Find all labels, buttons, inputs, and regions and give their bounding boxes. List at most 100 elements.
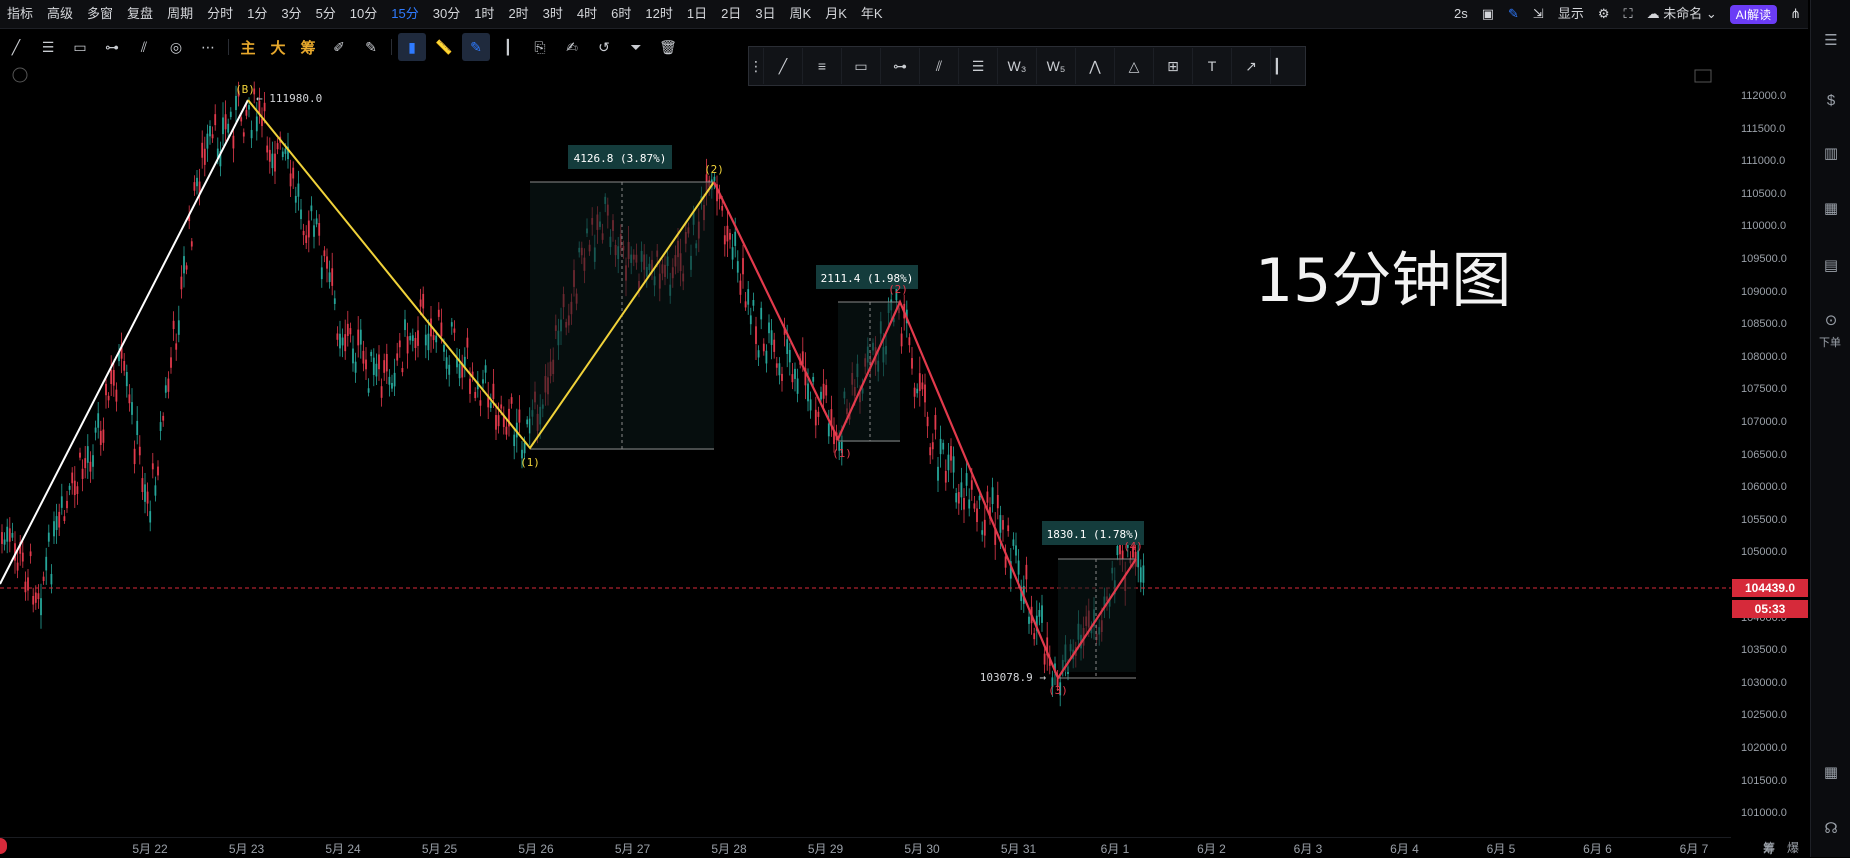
- candle-body: [297, 183, 300, 197]
- candle-body: [900, 333, 903, 347]
- trendline-icon[interactable]: ╱: [2, 33, 30, 61]
- candle-body: [765, 350, 768, 364]
- main-indicator-button[interactable]: 主: [235, 33, 261, 61]
- period-item[interactable]: 1分: [240, 0, 274, 28]
- candle-body: [913, 387, 916, 397]
- candle-body: [60, 496, 63, 508]
- rectangle-icon[interactable]: ▭: [66, 33, 94, 61]
- display-button[interactable]: 显示: [1551, 0, 1591, 28]
- dollar-icon[interactable]: $: [1821, 90, 1841, 110]
- chip-distribution-button[interactable]: 筹: [295, 33, 321, 61]
- candle-body: [713, 176, 716, 181]
- period-selector: 指标 高级 多窗 复盘 周期 分时 1分 3分 5分 10分 15分 30分 1时 2时 3时 4时 6时 12时…: [0, 0, 890, 28]
- period-item[interactable]: 多窗: [80, 0, 120, 28]
- export-icon[interactable]: ⇲: [1526, 0, 1551, 28]
- pitchfork-icon[interactable]: ⫽: [130, 33, 158, 61]
- share-icon[interactable]: ⋔: [1783, 0, 1808, 28]
- period-item[interactable]: 2日: [714, 0, 748, 28]
- period-item[interactable]: 年K: [854, 0, 890, 28]
- period-item[interactable]: 周期: [160, 0, 200, 28]
- period-item[interactable]: 6时: [604, 0, 638, 28]
- candles-icon[interactable]: ┃: [494, 33, 522, 61]
- date-tick: 5月 22: [132, 842, 168, 856]
- price-axis[interactable]: 112000.0 111500.0 111000.0 110500.0 110000.0…: [1731, 66, 1809, 836]
- period-item[interactable]: 3日: [748, 0, 782, 28]
- candle-body: [79, 452, 81, 458]
- date-tick: 6月 3: [1293, 842, 1323, 856]
- period-item[interactable]: 5分: [309, 0, 343, 28]
- period-item[interactable]: 分时: [200, 0, 240, 28]
- order-icon[interactable]: ⊙: [1821, 310, 1841, 330]
- horizontal-lines-icon[interactable]: ☰: [34, 33, 62, 61]
- footer-burst-glyph[interactable]: 爆: [1787, 839, 1799, 856]
- period-item[interactable]: 1日: [680, 0, 714, 28]
- edit-icon[interactable]: ✎: [1501, 0, 1526, 28]
- pen-icon[interactable]: ✎: [462, 33, 490, 61]
- period-item[interactable]: 3分: [274, 0, 308, 28]
- brush-icon[interactable]: ✎: [357, 33, 385, 61]
- card-icon[interactable]: ▤: [1821, 255, 1841, 275]
- period-item[interactable]: 30分: [426, 0, 467, 28]
- period-item[interactable]: 1时: [467, 0, 501, 28]
- candle-body: [1015, 545, 1017, 556]
- wave-label-B: (B): [235, 83, 255, 96]
- bookmark-icon[interactable]: ▮: [398, 33, 426, 61]
- trash-icon[interactable]: 🗑: [654, 33, 682, 61]
- clipboard-icon[interactable]: ⎘: [526, 33, 554, 61]
- magnet-icon[interactable]: ↺: [590, 33, 618, 61]
- cloud-layout-selector[interactable]: ☁ 未命名 ⌄: [1640, 0, 1724, 28]
- candle-body: [37, 593, 40, 600]
- ruler-icon[interactable]: 📏: [430, 33, 458, 61]
- date-axis[interactable]: 筹 5月 22 5月 23 5月 24 5月 25 5月 26 5月 27 5月 28 5月 …: [0, 837, 1775, 858]
- period-item[interactable]: 周K: [783, 0, 819, 28]
- chart-icon[interactable]: ▥: [1821, 143, 1841, 163]
- candle-body: [1116, 545, 1119, 556]
- price-range-icon[interactable]: ⊶: [98, 33, 126, 61]
- period-item[interactable]: 10分: [343, 0, 384, 28]
- candle-body: [16, 562, 19, 571]
- expand-circle-icon[interactable]: [12, 67, 28, 83]
- candle-body: [1012, 539, 1015, 546]
- low-price-value: 103078.9: [980, 671, 1033, 684]
- refresh-rate[interactable]: 2s: [1447, 0, 1475, 28]
- period-item[interactable]: 指标: [0, 0, 40, 28]
- large-order-button[interactable]: 大: [265, 33, 291, 61]
- candle-body: [1041, 605, 1043, 623]
- order-label[interactable]: 下单: [1819, 334, 1841, 350]
- candle-body: [510, 397, 513, 404]
- candle-body: [500, 404, 503, 409]
- candle-body: [268, 149, 271, 162]
- support-icon[interactable]: ☊: [1821, 818, 1841, 838]
- candle-body: [775, 363, 778, 368]
- monitor-icon[interactable]: ▦: [1821, 198, 1841, 218]
- price-tick: 102000.0: [1741, 742, 1787, 754]
- candle-body: [458, 363, 461, 379]
- period-item[interactable]: 3时: [536, 0, 570, 28]
- note-icon[interactable]: ✍: [558, 33, 586, 61]
- fullscreen-icon[interactable]: ⛶: [1616, 0, 1639, 28]
- filter-icon[interactable]: ⏷: [622, 33, 650, 61]
- settings-icon[interactable]: ⚙: [1591, 0, 1617, 28]
- candle-body: [825, 385, 828, 396]
- list-icon[interactable]: ☰: [1821, 30, 1841, 50]
- ai-analysis-button[interactable]: AI解读: [1729, 4, 1778, 24]
- period-item[interactable]: 2时: [501, 0, 535, 28]
- draw-mode-icon[interactable]: ✐: [325, 33, 353, 61]
- add-chart-icon[interactable]: [1694, 69, 1712, 83]
- candle-body: [112, 370, 115, 386]
- period-item[interactable]: 12时: [638, 0, 679, 28]
- spiral-icon[interactable]: ◎: [162, 33, 190, 61]
- candle-body: [8, 528, 11, 542]
- period-item[interactable]: 15分: [384, 0, 425, 28]
- more-tools-icon[interactable]: ⋯: [194, 33, 222, 61]
- period-item[interactable]: 月K: [818, 0, 854, 28]
- footer-chip-glyph[interactable]: 筹: [1763, 839, 1775, 856]
- candlestick-chart[interactable]: 4126.8 (3.87%) 2111.4 (1.98%) 1830.1 (1.…: [0, 66, 1731, 837]
- period-item[interactable]: 4时: [570, 0, 604, 28]
- high-price-label: ← 111980.0: [256, 92, 322, 105]
- period-item[interactable]: 高级: [40, 0, 80, 28]
- candle-body: [154, 485, 157, 496]
- camera-icon[interactable]: ▣: [1475, 0, 1501, 28]
- period-item[interactable]: 复盘: [120, 0, 160, 28]
- calendar-icon[interactable]: ▦: [1821, 762, 1841, 782]
